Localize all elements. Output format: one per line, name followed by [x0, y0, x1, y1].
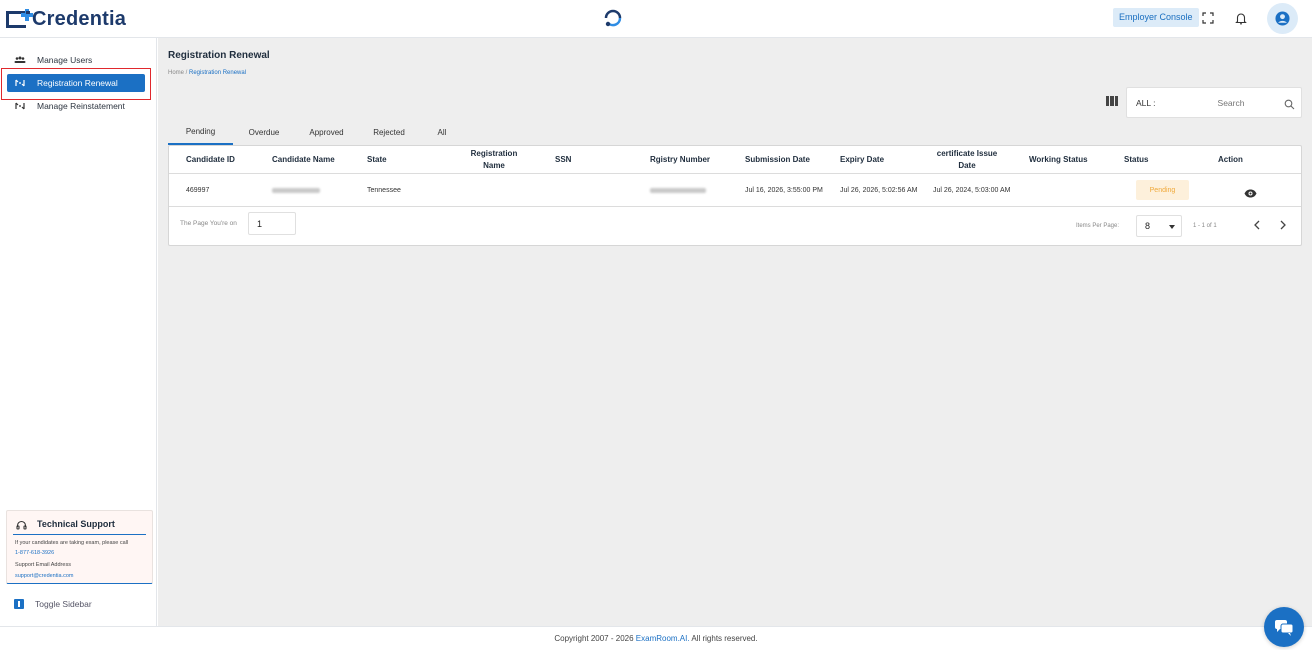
cell-candidate-id: 469997 — [186, 187, 210, 194]
logo-mark-icon — [6, 8, 33, 28]
chat-support-button[interactable] — [1264, 607, 1304, 647]
col-registry-number[interactable]: Rgistry Number — [650, 146, 710, 174]
sidebar-item-label: Manage Reinstatement — [37, 101, 125, 111]
breadcrumb-home[interactable]: Home / — [168, 70, 187, 76]
examroom-link[interactable]: ExamRoom.AI. — [636, 634, 690, 643]
tab-approved[interactable]: Approved — [295, 120, 358, 145]
cell-state: Tennessee — [367, 187, 401, 194]
col-working-status[interactable]: Working Status — [1029, 146, 1088, 174]
cell-registry-number-redacted — [650, 174, 706, 207]
cell-submission-date: Jul 16, 2026, 3:55:00 PM — [745, 187, 823, 194]
items-per-page-label: Items Per Page: — [1076, 223, 1120, 229]
search-input[interactable] — [1181, 95, 1281, 111]
col-certificate-issue-date[interactable]: certificate Issue Date — [927, 146, 1007, 174]
tab-all[interactable]: All — [420, 120, 464, 145]
current-page-label: The Page You're on — [180, 220, 237, 227]
support-call-icon[interactable] — [600, 5, 626, 31]
col-submission-date[interactable]: Submission Date — [745, 146, 810, 174]
current-page-input[interactable] — [248, 212, 296, 235]
cell-expiry-date: Jul 26, 2026, 5:02:56 AM — [840, 187, 918, 194]
columns-toggle-icon[interactable] — [1106, 96, 1118, 106]
support-email-link[interactable]: support@credentia.com — [15, 573, 73, 579]
copyright-text: Copyright 2007 - 2026 — [554, 634, 634, 643]
col-state[interactable]: State — [367, 146, 387, 174]
sidebar-item-label: Manage Users — [37, 55, 93, 65]
support-email-label: Support Email Address — [15, 562, 71, 568]
col-expiry-date[interactable]: Expiry Date — [840, 146, 884, 174]
tab-overdue[interactable]: Overdue — [233, 120, 295, 145]
renewals-table: Candidate ID Candidate Name State Regist… — [168, 145, 1302, 246]
rights-text: All rights reserved. — [691, 634, 758, 643]
status-badge: Pending — [1136, 180, 1189, 200]
toggle-sidebar-icon — [14, 599, 24, 609]
items-per-page-value: 8 — [1145, 221, 1151, 231]
fullscreen-icon[interactable] — [1199, 9, 1217, 27]
users-icon — [11, 56, 29, 65]
status-tabs: Pending Overdue Approved Rejected All — [168, 120, 464, 145]
table-header: Candidate ID Candidate Name State Regist… — [169, 146, 1301, 174]
next-page-icon[interactable] — [1276, 218, 1290, 232]
caret-down-icon — [1169, 225, 1175, 229]
footer: Copyright 2007 - 2026 ExamRoom.AI. All r… — [0, 626, 1312, 650]
tab-rejected[interactable]: Rejected — [358, 120, 420, 145]
col-status[interactable]: Status — [1124, 146, 1148, 174]
selection-highlight — [1, 68, 151, 100]
col-candidate-id[interactable]: Candidate ID — [186, 146, 235, 174]
col-action[interactable]: Action — [1218, 146, 1243, 174]
col-ssn[interactable]: SSN — [555, 146, 571, 174]
table-row[interactable]: 469997 Tennessee Jul 16, 2026, 3:55:00 P… — [169, 174, 1301, 207]
support-phone-link[interactable]: 1-877-618-3926 — [15, 550, 54, 556]
toggle-sidebar-button[interactable]: Toggle Sidebar — [14, 599, 92, 609]
main-content: Registration Renewal Home / Registration… — [158, 38, 1312, 626]
search-icon[interactable] — [1284, 97, 1295, 115]
breadcrumb: Home / Registration Renewal — [168, 70, 246, 76]
tab-pending[interactable]: Pending — [168, 120, 233, 145]
employer-console-button[interactable]: Employer Console — [1113, 8, 1199, 27]
logo-text: Credentia — [32, 7, 127, 30]
col-registration-name[interactable]: Registration Name — [459, 146, 529, 174]
search-box: ALL : — [1126, 87, 1302, 118]
page-title: Registration Renewal — [168, 50, 270, 61]
prev-page-icon[interactable] — [1250, 218, 1264, 232]
cell-registration-name — [459, 174, 529, 207]
top-header: Credentia Employer Console — [0, 0, 1312, 38]
col-candidate-name[interactable]: Candidate Name — [272, 146, 335, 174]
view-eye-icon[interactable] — [1244, 185, 1257, 203]
technical-support-card: Technical Support If your candidates are… — [6, 510, 153, 584]
toggle-sidebar-label: Toggle Sidebar — [35, 599, 92, 609]
support-call-text: If your candidates are taking exam, plea… — [15, 540, 129, 546]
chat-icon — [1275, 619, 1294, 636]
items-per-page-select[interactable]: 8 — [1136, 215, 1182, 237]
cell-certificate-issue-date: Jul 26, 2024, 5:03:00 AM — [933, 187, 1011, 194]
bell-icon[interactable] — [1232, 9, 1250, 27]
user-avatar-icon[interactable] — [1267, 3, 1298, 34]
support-title: Technical Support — [37, 519, 115, 529]
sidebar: Manage Users Registration Renewal Manage… — [0, 38, 157, 626]
sidebar-item-manage-reinstatement[interactable]: Manage Reinstatement — [7, 97, 145, 115]
cell-candidate-name-redacted — [272, 174, 320, 207]
breadcrumb-current: Registration Renewal — [189, 70, 247, 76]
search-scope[interactable]: ALL : — [1136, 98, 1156, 108]
credentia-logo[interactable]: Credentia — [6, 7, 126, 31]
sidebar-item-manage-users[interactable]: Manage Users — [7, 51, 145, 69]
reinstatement-icon — [11, 101, 29, 111]
page-range: 1 - 1 of 1 — [1193, 223, 1217, 229]
